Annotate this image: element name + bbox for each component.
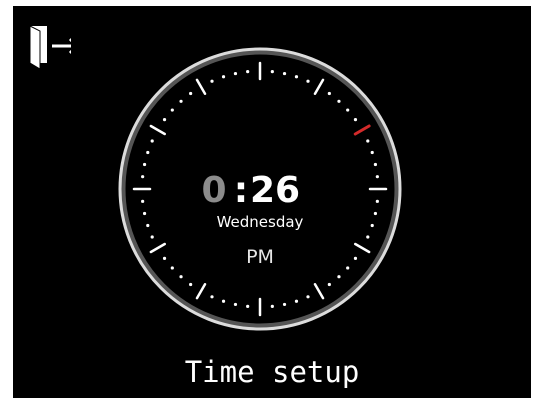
minute-dot — [353, 118, 358, 122]
minute-dot — [179, 99, 183, 103]
minute-dot — [189, 282, 193, 287]
minute-value[interactable]: 26 — [250, 167, 300, 215]
minute-dot — [337, 275, 341, 279]
meridiem-toggle[interactable]: PM — [200, 244, 320, 270]
minute-dot — [233, 302, 238, 307]
minute-dot — [141, 199, 145, 203]
minute-dot — [146, 150, 150, 155]
minute-dot — [246, 304, 250, 308]
minute-dot — [221, 299, 226, 303]
minute-dot — [370, 150, 374, 155]
minute-dot — [270, 70, 274, 74]
minute-dot — [366, 139, 370, 143]
minute-dot — [270, 304, 274, 308]
minute-dot — [170, 266, 174, 270]
minute-dot — [282, 302, 287, 307]
minute-dot — [294, 299, 299, 303]
minute-dot — [306, 79, 310, 83]
hour-tick — [149, 242, 166, 254]
exit-button[interactable] — [13, 12, 80, 70]
minute-dot — [306, 295, 310, 299]
hour-tick — [195, 78, 207, 95]
exit-door-arrow-icon — [29, 25, 80, 70]
time-readout: 0 : 26 — [196, 167, 326, 215]
minute-dot — [353, 256, 358, 260]
minute-dot — [246, 70, 250, 74]
minute-dot — [162, 256, 167, 260]
minute-dot — [294, 75, 299, 79]
minute-dot — [141, 175, 145, 179]
minute-dot — [210, 295, 214, 299]
minute-dot — [370, 223, 374, 228]
minute-dot — [375, 199, 379, 203]
minute-dot — [150, 139, 154, 143]
time-separator: : — [233, 170, 249, 211]
minute-dot — [142, 162, 147, 167]
minute-dot — [337, 99, 341, 103]
minute-dot — [327, 282, 331, 287]
minute-dot — [142, 211, 147, 216]
minute-dot — [162, 118, 167, 122]
minute-dot — [233, 71, 238, 76]
hour-tick — [195, 283, 207, 300]
minute-dot — [210, 79, 214, 83]
minute-dot — [373, 211, 378, 216]
weekday-label: Wednesday — [216, 213, 304, 231]
minute-dot — [221, 75, 226, 79]
minute-dot — [373, 162, 378, 167]
hour-tick — [313, 78, 325, 95]
minute-dot — [375, 175, 379, 179]
minute-dot — [189, 91, 193, 96]
minute-dot — [150, 235, 154, 239]
page-title: Time setup — [184, 355, 360, 389]
hour-value[interactable]: 0 — [196, 167, 232, 215]
minute-dot — [366, 235, 370, 239]
minute-dot — [346, 266, 350, 270]
minute-dot — [282, 71, 287, 76]
minute-dot — [170, 108, 174, 112]
hour-tick — [313, 283, 325, 300]
hour-tick — [354, 242, 371, 254]
minute-dot — [179, 275, 183, 279]
minute-dot — [146, 223, 150, 228]
minute-dot — [346, 108, 350, 112]
seconds-marker — [353, 124, 371, 136]
hour-tick — [149, 124, 166, 136]
minute-dot — [327, 91, 331, 96]
